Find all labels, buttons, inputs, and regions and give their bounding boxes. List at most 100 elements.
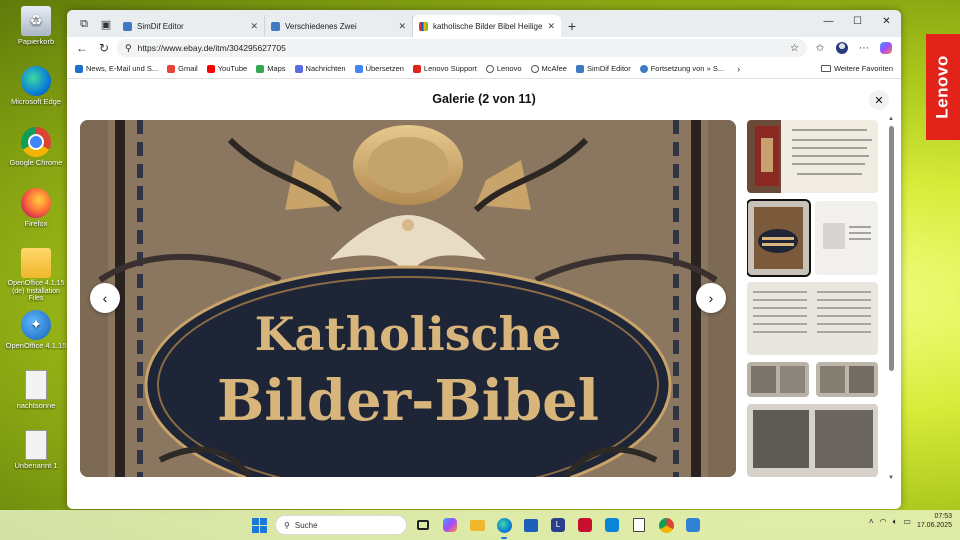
fav-uebersetzen[interactable]: Übersetzen bbox=[354, 64, 404, 73]
windows-logo-icon bbox=[251, 517, 267, 533]
fav-simdif[interactable]: SimDif Editor bbox=[575, 64, 631, 73]
fav-label: Fortsetzung von » S... bbox=[650, 64, 725, 73]
url-field[interactable]: ⚲ https://www.ebay.de/itm/304295627705 ☆ bbox=[117, 39, 807, 57]
thumbnail-5[interactable] bbox=[747, 362, 809, 397]
fav-nachrichten[interactable]: Nachrichten bbox=[294, 64, 346, 73]
scroll-down-icon[interactable]: ▼ bbox=[888, 475, 894, 481]
simdif-icon bbox=[575, 64, 584, 73]
lenovo-vantage-icon[interactable]: L bbox=[547, 514, 569, 536]
tab-ebay-bible[interactable]: katholische Bilder Bibel Heilige S ✕ bbox=[413, 15, 561, 37]
fav-label: YouTube bbox=[217, 64, 248, 73]
desktop-icon-recycle-bin[interactable]: ♻ Papierkorb bbox=[4, 6, 68, 46]
edge-taskbar-icon[interactable] bbox=[493, 514, 515, 539]
tab-close-icon[interactable]: ✕ bbox=[250, 21, 258, 32]
scrollbar-thumb[interactable] bbox=[889, 126, 894, 371]
fav-mcafee[interactable]: McAfee bbox=[530, 64, 567, 73]
desktop-icon-edge[interactable]: Microsoft Edge bbox=[4, 66, 68, 106]
favorite-star-icon[interactable]: ☆ bbox=[790, 43, 799, 54]
profile-avatar-icon[interactable] bbox=[833, 39, 851, 57]
desktop-icon-firefox[interactable]: Firefox bbox=[4, 188, 68, 228]
back-arrow-icon[interactable]: ← bbox=[73, 39, 91, 57]
wifi-icon[interactable]: ◠ bbox=[880, 517, 887, 526]
notepad-icon[interactable] bbox=[628, 514, 650, 536]
start-button[interactable] bbox=[248, 514, 270, 536]
chevron-right-icon[interactable]: › bbox=[737, 64, 740, 74]
battery-icon[interactable]: ▭ bbox=[903, 517, 911, 526]
desktop-icon-nachtsonne[interactable]: nachtsonne bbox=[4, 370, 68, 410]
previous-image-button[interactable]: ‹ bbox=[90, 283, 120, 313]
tray-chevron-icon[interactable]: ˄ bbox=[869, 517, 874, 526]
lenovo-side-tab[interactable]: Lenovo bbox=[926, 34, 960, 140]
scroll-up-icon[interactable]: ▲ bbox=[888, 116, 894, 122]
tab-simdif-editor[interactable]: SimDif Editor ✕ bbox=[117, 15, 265, 37]
desktop-icon-chrome[interactable]: Google Chrome bbox=[4, 127, 68, 167]
desktop-icon-unbenannt[interactable]: Unbenannt 1 bbox=[4, 430, 68, 470]
thumbnail-3[interactable] bbox=[815, 201, 878, 275]
chrome-icon bbox=[21, 127, 51, 157]
main-gallery-image[interactable]: Katholische Bilder-Bibel ‹ › bbox=[80, 120, 736, 477]
copilot-taskbar-icon[interactable] bbox=[439, 514, 461, 536]
desktop-icon-label: Unbenannt 1 bbox=[14, 461, 58, 470]
site-info-icon[interactable]: ⚲ bbox=[125, 43, 132, 54]
taskbar-search[interactable]: ⚲ Suche bbox=[275, 515, 407, 535]
folder-icon bbox=[21, 248, 51, 278]
more-menu-icon[interactable]: ⋯ bbox=[855, 39, 873, 57]
app-blue-icon[interactable] bbox=[601, 514, 623, 536]
document-file-icon bbox=[25, 430, 47, 460]
news-icon bbox=[75, 64, 83, 73]
fav-gmail[interactable]: Gmail bbox=[167, 64, 198, 73]
edge-icon bbox=[21, 66, 51, 96]
thumbnail-scrollbar[interactable]: ▲ ▼ bbox=[888, 116, 894, 481]
fav-youtube[interactable]: YouTube bbox=[206, 64, 248, 73]
desktop-icon-label: OpenOffice 4.1.15 bbox=[5, 341, 67, 350]
fav-news[interactable]: News, E-Mail und S... bbox=[75, 64, 158, 73]
maximize-icon[interactable]: ☐ bbox=[843, 10, 872, 32]
desktop-icon-openoffice[interactable]: ✦ OpenOffice 4.1.15 bbox=[4, 310, 68, 350]
favorites-icon[interactable]: ✩ bbox=[811, 39, 829, 57]
thumbnail-6[interactable] bbox=[816, 362, 878, 397]
image-gallery: Galerie (2 von 11) ✕ Katholische Bilder-… bbox=[67, 80, 901, 509]
tab-verschiedenes-zwei[interactable]: Verschiedenes Zwei ✕ bbox=[265, 15, 413, 37]
minimize-icon[interactable]: — bbox=[814, 10, 843, 32]
fav-maps[interactable]: Maps bbox=[256, 64, 286, 73]
workspaces-icon[interactable]: ⧉ bbox=[73, 13, 95, 35]
thumbnail-4[interactable] bbox=[747, 282, 878, 355]
refresh-icon[interactable]: ↻ bbox=[95, 39, 113, 57]
next-image-button[interactable]: › bbox=[696, 283, 726, 313]
translate-icon bbox=[354, 64, 363, 73]
speaker-icon[interactable]: 🔈︎ bbox=[893, 517, 898, 527]
fav-lenovo[interactable]: Lenovo bbox=[485, 64, 522, 73]
copilot-icon[interactable] bbox=[877, 39, 895, 57]
clock[interactable]: 07:53 17.06.2025 bbox=[917, 513, 952, 531]
desktop-icon-label: Firefox bbox=[24, 219, 48, 228]
news-feed-icon bbox=[294, 64, 303, 73]
fav-fortsetzung[interactable]: Fortsetzung von » S... bbox=[639, 64, 725, 73]
folder-icon bbox=[820, 65, 831, 72]
globe-icon bbox=[530, 64, 539, 73]
paint-icon[interactable] bbox=[682, 514, 704, 536]
address-bar: ← ↻ ⚲ https://www.ebay.de/itm/3042956277… bbox=[67, 37, 901, 59]
store-icon[interactable] bbox=[520, 514, 542, 536]
tab-close-icon[interactable]: ✕ bbox=[398, 21, 406, 32]
chrome-taskbar-icon[interactable] bbox=[655, 514, 677, 536]
lenovo-logo-text: Lenovo bbox=[933, 55, 953, 119]
thumbnail-2-selected[interactable] bbox=[747, 199, 811, 277]
other-favorites[interactable]: Weitere Favoriten bbox=[820, 64, 893, 73]
system-tray: ˄ ◠ 🔈︎ ▭ 07:53 17.06.2025 bbox=[869, 513, 952, 531]
desktop-icon-label: Google Chrome bbox=[9, 158, 63, 167]
tab-actions-icon[interactable]: ▣ bbox=[95, 13, 117, 35]
file-explorer-icon[interactable] bbox=[466, 514, 488, 536]
recycle-bin-icon: ♻ bbox=[21, 6, 51, 36]
thumbnail-7[interactable] bbox=[747, 404, 878, 477]
desktop-icon-folder[interactable]: OpenOffice 4.1.15 (de) Installation File… bbox=[4, 248, 68, 303]
fav-lenovo-support[interactable]: Lenovo Support bbox=[412, 64, 477, 73]
thumbnail-1[interactable] bbox=[747, 120, 878, 193]
mcafee-icon[interactable] bbox=[574, 514, 596, 536]
gallery-close-button[interactable]: ✕ bbox=[869, 90, 889, 110]
new-tab-button[interactable]: + bbox=[561, 15, 583, 37]
clock-date: 17.06.2025 bbox=[916, 521, 952, 529]
close-window-icon[interactable]: ✕ bbox=[872, 10, 901, 32]
tab-close-icon[interactable]: ✕ bbox=[547, 21, 555, 32]
task-view-icon[interactable] bbox=[412, 514, 434, 536]
simdif-favicon-icon bbox=[123, 21, 132, 31]
